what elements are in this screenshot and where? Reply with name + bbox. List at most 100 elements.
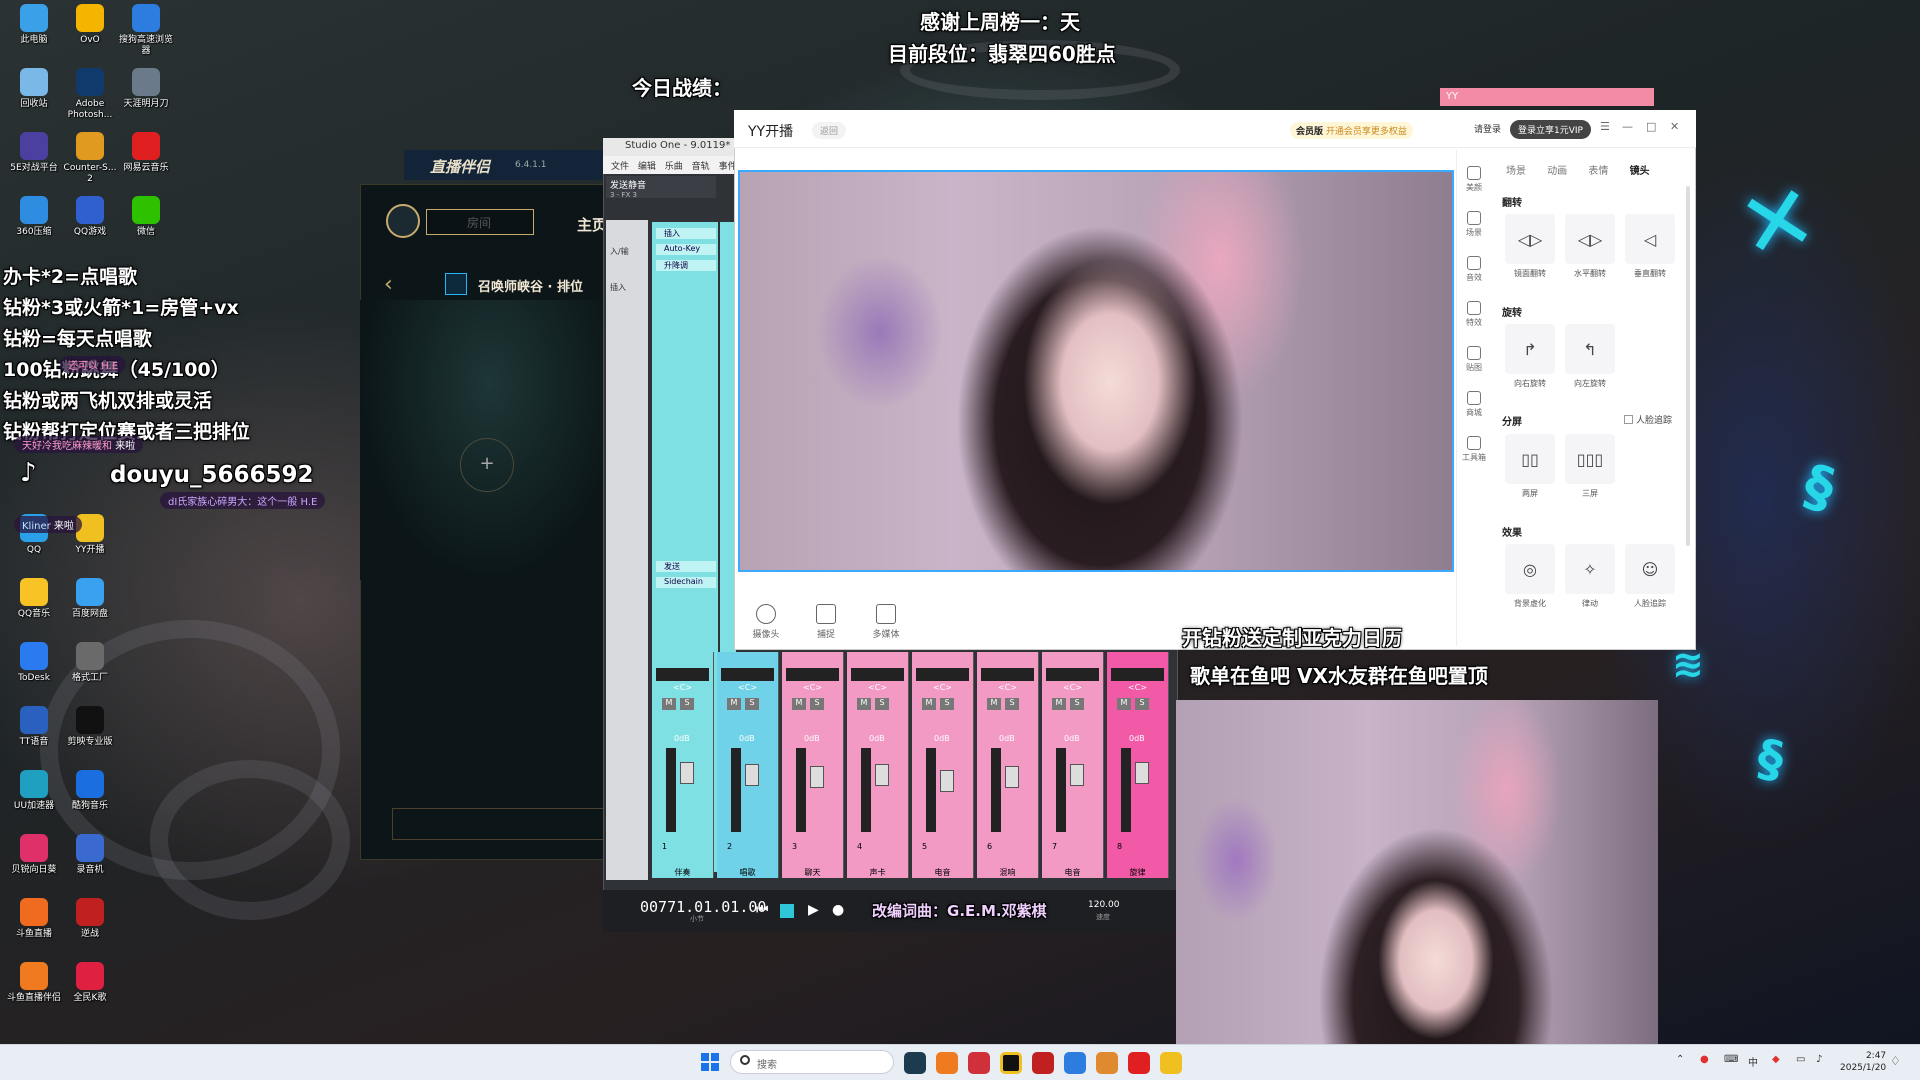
desktop-icon[interactable]: OvO bbox=[60, 4, 120, 46]
lens-option[interactable]: ◎ 背景虚化 bbox=[1504, 544, 1556, 609]
desktop-icon[interactable]: 天涯明月刀 bbox=[116, 68, 176, 110]
desktop-icon[interactable]: 百度网盘 bbox=[60, 578, 120, 620]
desktop-icon[interactable]: 酷狗音乐 bbox=[60, 770, 120, 812]
channel-io[interactable]: <C> bbox=[652, 683, 713, 692]
start-button[interactable] bbox=[701, 1053, 719, 1071]
solo-button[interactable]: S bbox=[940, 698, 954, 710]
maximize-icon[interactable]: □ bbox=[1646, 120, 1656, 133]
vip-cta-button[interactable]: 登录立享1元VIP bbox=[1510, 120, 1591, 139]
desktop-icon[interactable]: 微信 bbox=[116, 196, 176, 238]
lens-option[interactable]: ▯▯ 两屏 bbox=[1504, 434, 1556, 499]
channel-name[interactable]: 混响 bbox=[977, 867, 1038, 878]
mixer-channel[interactable]: <C> M S 0dB 6 混响 bbox=[977, 652, 1039, 878]
side-nav-item[interactable]: 美颜 bbox=[1458, 166, 1490, 193]
tray-app-icon[interactable]: ◆ bbox=[1772, 1054, 1780, 1065]
side-nav-item[interactable]: 商城 bbox=[1458, 391, 1490, 418]
tempo-readout[interactable]: 120.00 bbox=[1088, 900, 1120, 910]
lens-option[interactable]: ◁ 垂直翻转 bbox=[1624, 214, 1676, 279]
taskbar-clock[interactable]: 2:47 2025/1/20 bbox=[1840, 1050, 1886, 1074]
close-icon[interactable]: ✕ bbox=[1670, 120, 1679, 133]
volume-fader[interactable] bbox=[810, 766, 824, 788]
channel-name[interactable]: 聊天 bbox=[782, 867, 843, 878]
insert-slot[interactable]: Auto-Key bbox=[656, 244, 716, 255]
desktop-icon[interactable]: QQ音乐 bbox=[4, 578, 64, 620]
desktop-icon[interactable]: TT语音 bbox=[4, 706, 64, 748]
taskbar-app-icon[interactable] bbox=[1032, 1052, 1054, 1074]
insert-slot[interactable]: 插入 bbox=[656, 228, 716, 239]
login-link[interactable]: 请登录 bbox=[1474, 122, 1501, 135]
desktop-icon[interactable]: 斗鱼直播伴侣 bbox=[4, 962, 64, 1004]
mute-button[interactable]: M bbox=[662, 698, 676, 710]
lens-option[interactable]: ✧ 律动 bbox=[1564, 544, 1616, 609]
chat-input[interactable] bbox=[392, 808, 612, 840]
menu-item[interactable]: 乐曲 bbox=[665, 162, 683, 172]
volume-fader[interactable] bbox=[940, 770, 954, 792]
desktop-icon[interactable]: 剪映专业版 bbox=[60, 706, 120, 748]
volume-fader[interactable] bbox=[1070, 764, 1084, 786]
add-player-button[interactable]: + bbox=[460, 438, 514, 492]
tray-mic-icon[interactable]: ● bbox=[1700, 1054, 1709, 1065]
taskbar-app-icon[interactable] bbox=[968, 1052, 990, 1074]
channel-io[interactable]: <C> bbox=[977, 683, 1038, 692]
channel-io[interactable]: <C> bbox=[847, 683, 908, 692]
yy-mini-titlebar[interactable]: YY bbox=[1440, 88, 1654, 106]
play-icon[interactable]: ▶ bbox=[808, 902, 819, 918]
tab-animation[interactable]: 动画 bbox=[1547, 166, 1567, 177]
mixer-channel[interactable]: <C> M S 0dB 3 聊天 bbox=[782, 652, 844, 878]
solo-button[interactable]: S bbox=[810, 698, 824, 710]
taskbar-app-icon[interactable] bbox=[1000, 1052, 1022, 1074]
lens-option[interactable]: ◁▷ 水平翻转 bbox=[1564, 214, 1616, 279]
menu-icon[interactable]: ☰ bbox=[1600, 120, 1610, 133]
ime-indicator[interactable]: 中 bbox=[1748, 1054, 1758, 1069]
desktop-icon[interactable]: 回收站 bbox=[4, 68, 64, 110]
mute-button[interactable]: M bbox=[1052, 698, 1066, 710]
lens-option[interactable]: ↱ 向右旋转 bbox=[1504, 324, 1556, 389]
volume-fader[interactable] bbox=[875, 764, 889, 786]
tab-emoji[interactable]: 表情 bbox=[1588, 166, 1608, 177]
desktop-icon[interactable]: 贝锐向日葵 bbox=[4, 834, 64, 876]
track-header[interactable]: 发送静音 3 - FX 3 bbox=[606, 176, 716, 199]
taskbar-app-icon[interactable] bbox=[1064, 1052, 1086, 1074]
side-nav-item[interactable]: 工具箱 bbox=[1458, 436, 1490, 463]
mute-button[interactable]: M bbox=[987, 698, 1001, 710]
volume-fader[interactable] bbox=[1135, 762, 1149, 784]
side-nav-item[interactable]: 贴图 bbox=[1458, 346, 1490, 373]
camera-source-button[interactable]: 摄像头 bbox=[746, 604, 786, 640]
channel-io[interactable]: <C> bbox=[1107, 683, 1168, 692]
face-track-checkbox[interactable]: 人脸追踪 bbox=[1624, 413, 1672, 426]
mixer-channel[interactable]: <C> M S 0dB 8 旋律 bbox=[1107, 652, 1169, 878]
mute-button[interactable]: M bbox=[792, 698, 806, 710]
desktop-icon[interactable]: QQ游戏 bbox=[60, 196, 120, 238]
mixer-channel[interactable]: <C> M S 0dB 1 伴奏 bbox=[652, 652, 714, 878]
vip-badge[interactable]: 会员版 开通会员享更多权益 bbox=[1290, 122, 1413, 139]
mute-button[interactable]: M bbox=[1117, 698, 1131, 710]
menu-item[interactable]: 音轨 bbox=[692, 162, 710, 172]
back-button[interactable]: 返回 bbox=[812, 122, 847, 139]
channel-name[interactable]: 电音 bbox=[912, 867, 973, 878]
solo-button[interactable]: S bbox=[1005, 698, 1019, 710]
channel-name[interactable]: 声卡 bbox=[847, 867, 908, 878]
desktop-icon[interactable]: 此电脑 bbox=[4, 4, 64, 46]
insert-slot[interactable]: 升降调 bbox=[656, 260, 716, 271]
taskbar-app-icon[interactable] bbox=[936, 1052, 958, 1074]
channel-io[interactable]: <C> bbox=[717, 683, 778, 692]
mixer-channel[interactable]: <C> M S 0dB 4 声卡 bbox=[847, 652, 909, 878]
desktop-icon[interactable]: 5E对战平台 bbox=[4, 132, 64, 174]
channel-io[interactable]: <C> bbox=[1042, 683, 1103, 692]
channel-name[interactable]: 唱歌 bbox=[717, 867, 778, 878]
mute-button[interactable]: M bbox=[857, 698, 871, 710]
media-source-button[interactable]: 多媒体 bbox=[866, 604, 906, 640]
desktop-icon[interactable]: 360压缩 bbox=[4, 196, 64, 238]
notification-bell-icon[interactable]: ♢ bbox=[1890, 1054, 1901, 1068]
taskbar-app-icon[interactable] bbox=[904, 1052, 926, 1074]
send-slot[interactable]: Sidechain bbox=[656, 577, 716, 588]
menu-item[interactable]: 文件 bbox=[611, 162, 629, 172]
side-nav-item[interactable]: 特效 bbox=[1458, 301, 1490, 328]
desktop-icon[interactable]: Counter-S... 2 bbox=[60, 132, 120, 185]
side-nav-item[interactable]: 场景 bbox=[1458, 211, 1490, 238]
side-nav-item[interactable]: 音效 bbox=[1458, 256, 1490, 283]
lens-option[interactable]: ◁▷ 镜面翻转 bbox=[1504, 214, 1556, 279]
volume-fader[interactable] bbox=[1005, 766, 1019, 788]
desktop-icon[interactable]: UU加速器 bbox=[4, 770, 64, 812]
solo-button[interactable]: S bbox=[680, 698, 694, 710]
